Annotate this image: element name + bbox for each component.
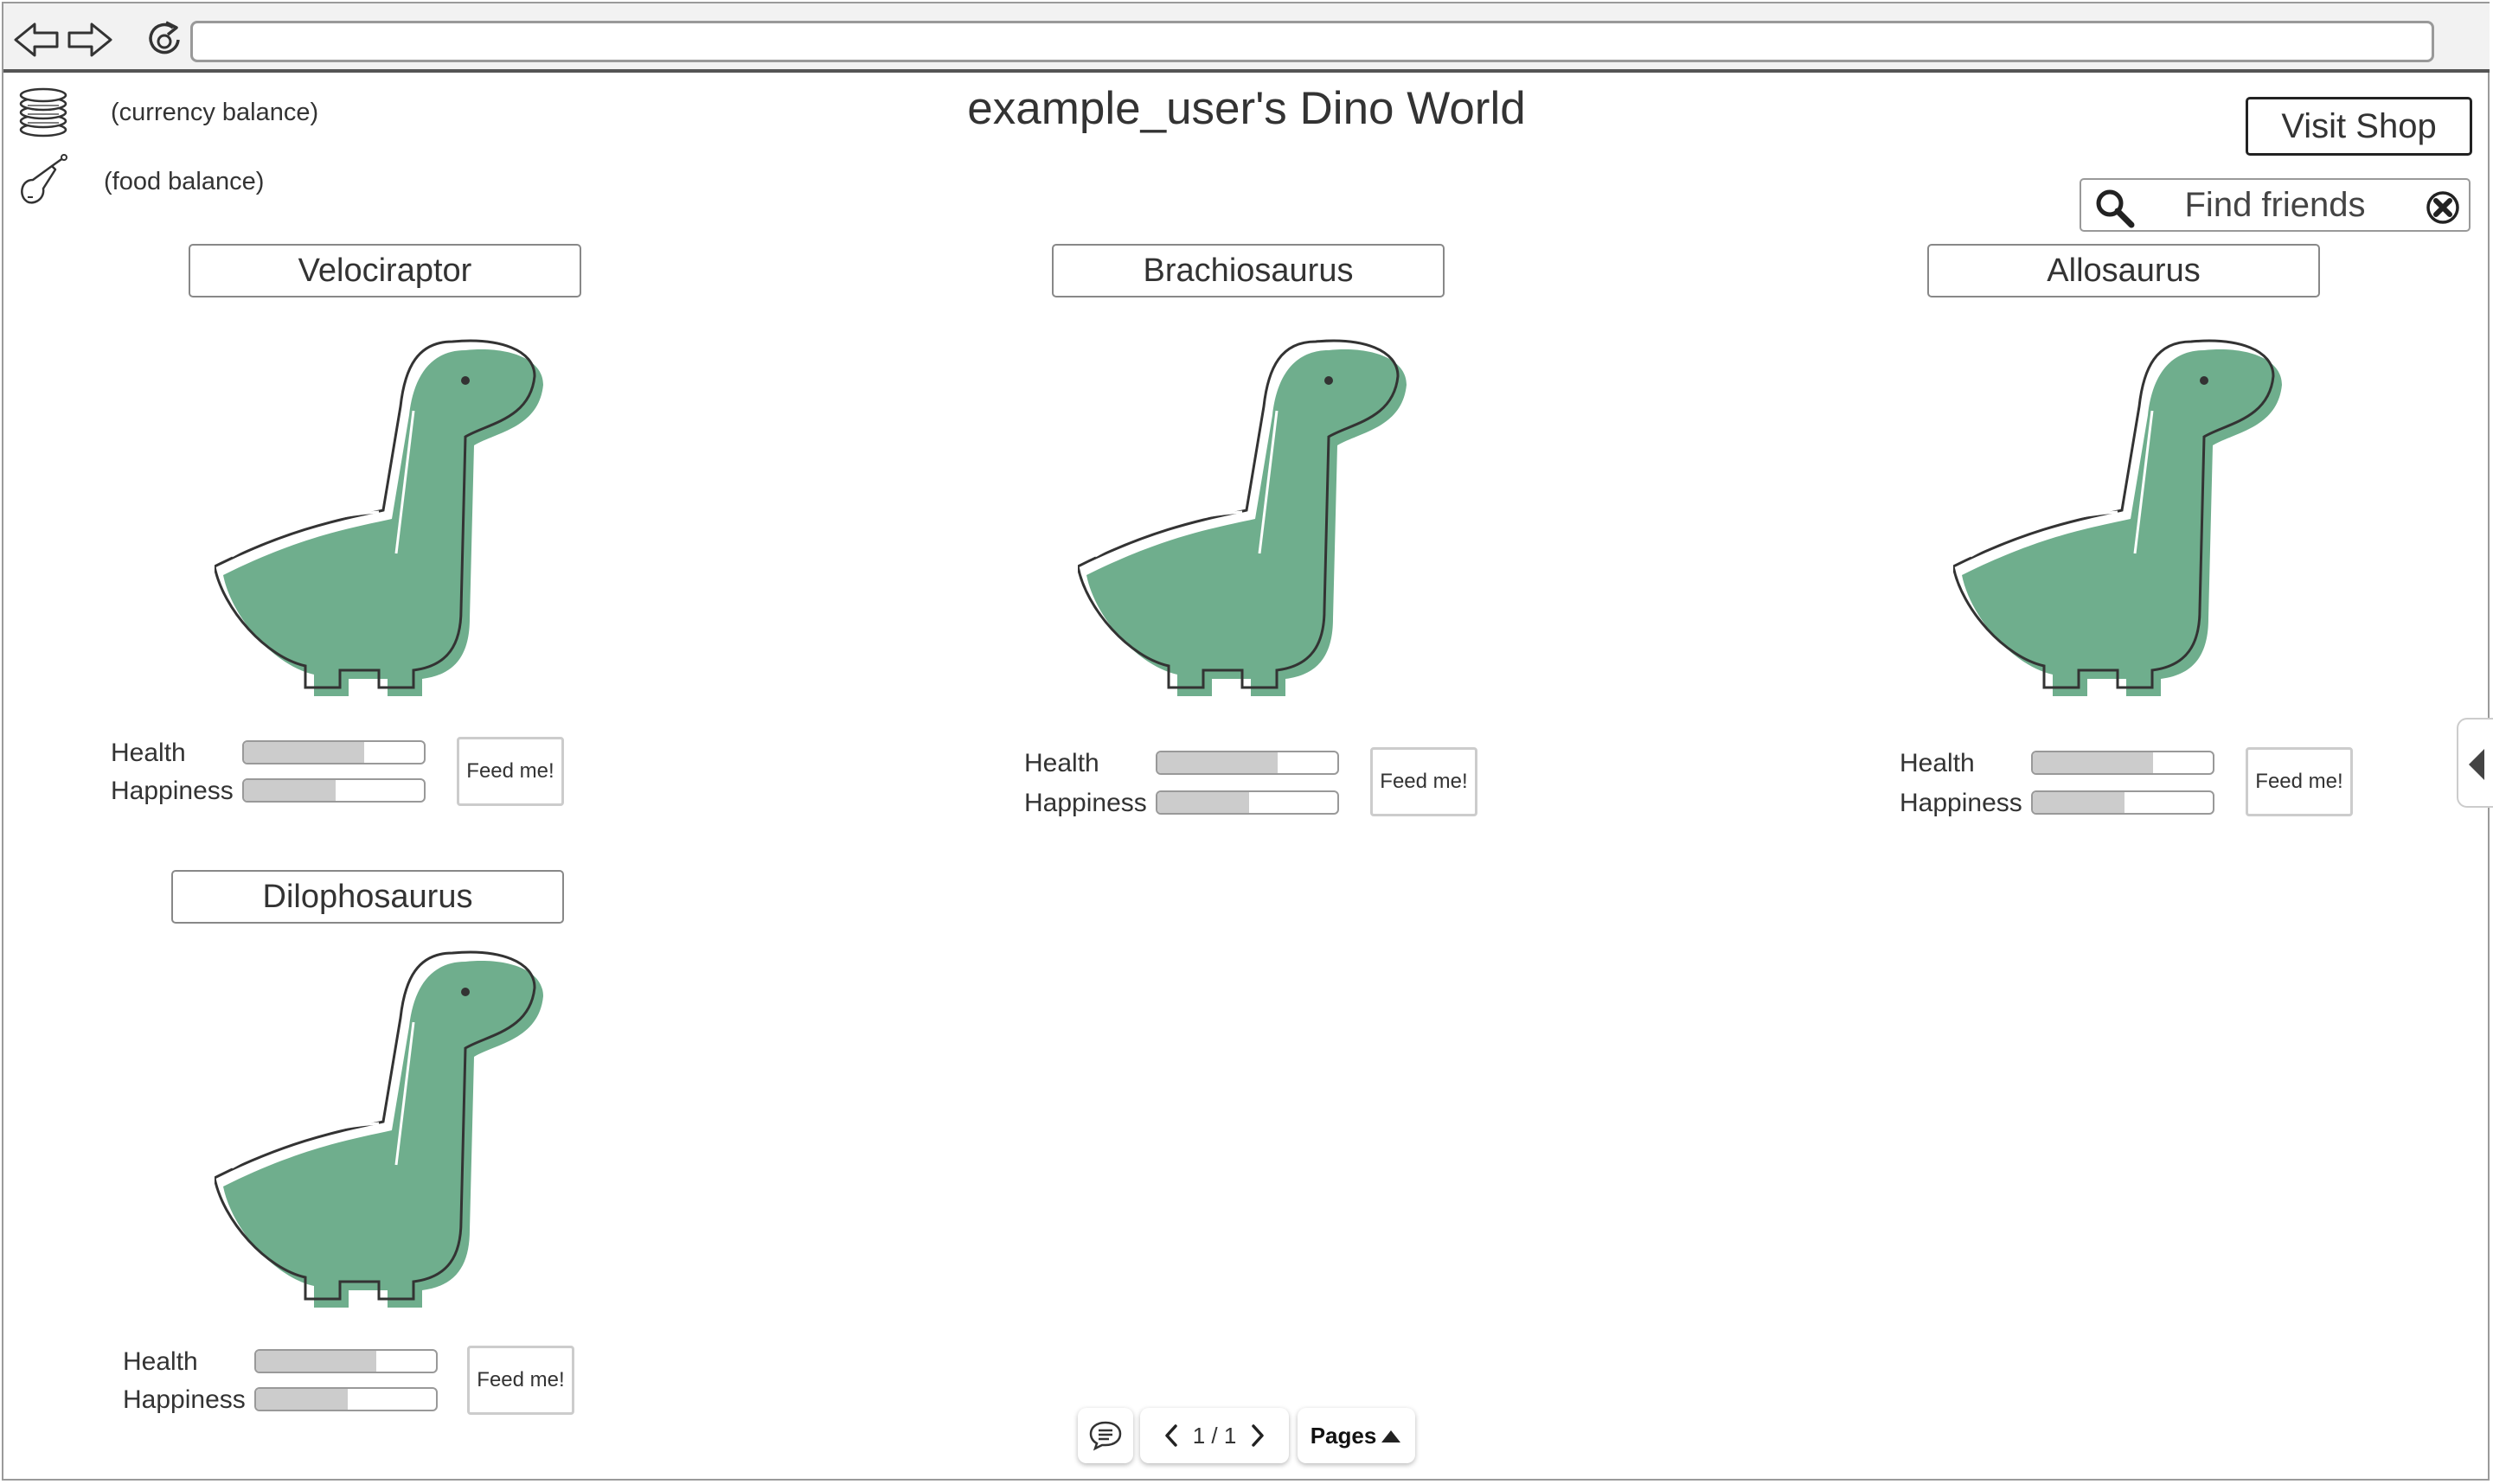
- happiness-label: Happiness: [1024, 789, 1147, 817]
- reload-icon[interactable]: [140, 19, 189, 61]
- dino-name-velociraptor: Velociraptor: [189, 244, 581, 297]
- browser-toolbar: [3, 3, 2490, 73]
- find-friends-input[interactable]: Find friends: [2133, 180, 2417, 230]
- visit-shop-button[interactable]: Visit Shop: [2246, 97, 2472, 156]
- bar-fill: [256, 1351, 377, 1372]
- page-title: example_user's Dino World: [967, 83, 1526, 134]
- health-label: Health: [1024, 749, 1099, 777]
- search-icon: [2093, 187, 2135, 228]
- bar-fill: [244, 742, 365, 763]
- health-bar: [2031, 751, 2214, 775]
- bar-fill: [1157, 792, 1250, 813]
- forward-arrow-icon[interactable]: [66, 19, 114, 61]
- page-navigator: 1 / 1: [1140, 1408, 1289, 1463]
- health-bar: [254, 1349, 438, 1373]
- happiness-bar: [242, 778, 426, 803]
- address-bar[interactable]: [190, 21, 2434, 62]
- food-balance: (food balance): [16, 154, 264, 209]
- comment-icon: [1089, 1421, 1122, 1451]
- back-arrow-icon[interactable]: [12, 19, 61, 61]
- bar-fill: [2033, 752, 2154, 773]
- bar-fill: [2033, 792, 2125, 813]
- clear-icon[interactable]: [2426, 190, 2460, 225]
- chevron-left-icon: [2469, 749, 2484, 780]
- pages-label: Pages: [1310, 1422, 1377, 1449]
- feed-button[interactable]: Feed me!: [457, 737, 564, 806]
- happiness-bar: [1156, 790, 1339, 815]
- page-indicator: 1 / 1: [1192, 1422, 1237, 1449]
- bar-fill: [244, 780, 336, 801]
- drumstick-icon: [16, 154, 71, 209]
- dinosaur-icon: [213, 333, 561, 713]
- feed-button[interactable]: Feed me!: [1370, 747, 1477, 816]
- feed-button[interactable]: Feed me!: [467, 1346, 574, 1415]
- health-bar: [242, 740, 426, 764]
- food-balance-label: (food balance): [104, 167, 265, 195]
- happiness-bar: [254, 1387, 438, 1411]
- health-label: Health: [111, 739, 186, 767]
- chevron-left-icon[interactable]: [1162, 1423, 1181, 1449]
- chevron-right-icon[interactable]: [1248, 1423, 1267, 1449]
- happiness-label: Happiness: [123, 1385, 246, 1414]
- happiness-label: Happiness: [1900, 789, 2022, 817]
- dino-name-brachiosaurus: Brachiosaurus: [1052, 244, 1445, 297]
- side-panel-toggle[interactable]: [2457, 718, 2493, 808]
- pages-button[interactable]: Pages: [1298, 1408, 1415, 1463]
- dino-name-dilophosaurus: Dilophosaurus: [171, 870, 564, 924]
- happiness-label: Happiness: [111, 777, 234, 805]
- bar-fill: [256, 1389, 349, 1410]
- happiness-bar: [2031, 790, 2214, 815]
- health-label: Health: [1900, 749, 1975, 777]
- feed-button[interactable]: Feed me!: [2246, 747, 2353, 816]
- triangle-up-icon: [1381, 1430, 1401, 1442]
- bar-fill: [1157, 752, 1279, 773]
- dinosaur-icon: [213, 944, 561, 1325]
- dinosaur-icon: [1076, 333, 1424, 713]
- health-label: Health: [123, 1347, 198, 1376]
- comment-button[interactable]: [1078, 1408, 1133, 1463]
- dino-name-allosaurus: Allosaurus: [1927, 244, 2320, 297]
- dinosaur-icon: [1951, 333, 2299, 713]
- find-friends-search[interactable]: Find friends: [2080, 178, 2471, 232]
- health-bar: [1156, 751, 1339, 775]
